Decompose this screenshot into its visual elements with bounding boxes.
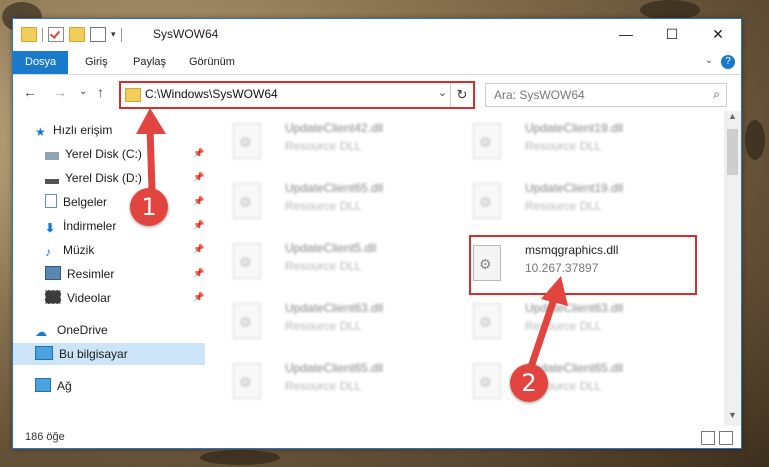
arrow-1-head: [136, 108, 166, 134]
arrow-2-head: [541, 276, 568, 306]
step-badge-1: 1: [130, 188, 168, 226]
step-badge-2: 2: [510, 364, 548, 402]
arrow-2-shaft: [526, 294, 559, 372]
arrow-1-shaft: [146, 127, 156, 191]
annotation-arrows: [136, 108, 568, 372]
